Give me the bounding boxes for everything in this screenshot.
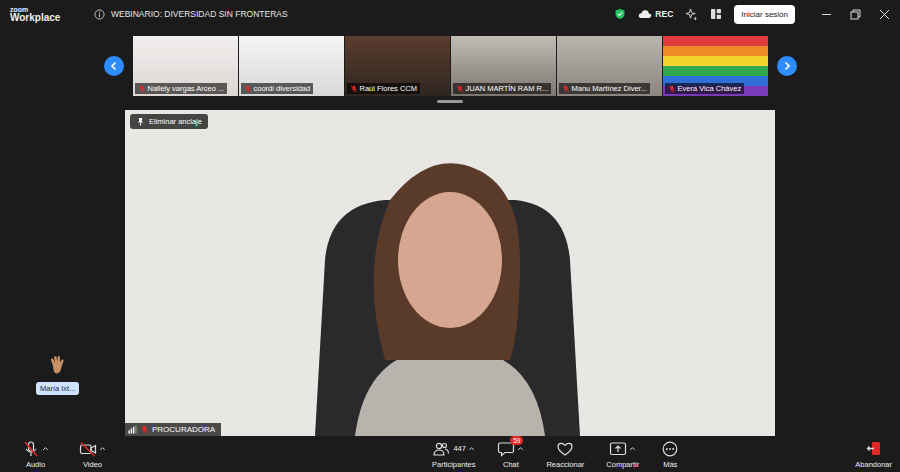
pin-icon (136, 117, 145, 126)
muted-mic-icon (350, 85, 358, 93)
sign-in-button[interactable]: Iniciar sesión (734, 5, 795, 24)
react-button[interactable]: Reaccionar (546, 440, 584, 469)
participant-name: Manu Martínez Diver... (559, 83, 650, 94)
meeting-toolbar: Audio Video 447 Participantes 59 Chat Re… (0, 436, 900, 472)
grid-icon[interactable] (710, 8, 722, 20)
zoom-window: zoom Workplace WEBINARIO: DIVERSIDAD SIN… (0, 0, 900, 472)
resize-handle[interactable] (437, 100, 463, 103)
leave-button[interactable]: Abandonar (855, 440, 892, 469)
participant-name: Nallely vargas Arceo ... (135, 83, 228, 94)
video-button[interactable]: Video (79, 440, 106, 469)
unread-badge: 59 (510, 436, 523, 445)
participants-button[interactable]: 447 Participantes (432, 440, 475, 469)
filmstrip: Nallely vargas Arceo ... coordi diversid… (104, 36, 797, 96)
more-icon (661, 441, 679, 457)
restore-icon[interactable] (850, 9, 861, 20)
cloud-icon (638, 9, 652, 19)
recording-indicator[interactable]: REC (638, 9, 673, 19)
meeting-title: WEBINARIO: DIVERSIDAD SIN FRONTERAS (111, 9, 288, 19)
muted-mic-icon (244, 85, 252, 93)
signal-icon (128, 425, 137, 434)
unpin-button[interactable]: Eliminar anclaje (130, 114, 208, 129)
caret-up-icon[interactable] (42, 445, 49, 452)
video-frame (125, 110, 775, 436)
participant-tile[interactable]: Manu Martínez Diver... (557, 36, 662, 96)
zoom-logo: zoom Workplace (10, 6, 80, 23)
people-icon (432, 441, 450, 457)
caret-up-icon[interactable] (468, 445, 475, 452)
more-button[interactable]: Más (661, 440, 679, 469)
participant-tile[interactable]: Raúl Flores CCM (345, 36, 450, 96)
caret-up-icon[interactable] (517, 445, 524, 452)
close-icon[interactable] (879, 9, 890, 20)
sparkle-icon[interactable] (685, 8, 698, 21)
participant-tile[interactable]: coordi diversidad (239, 36, 344, 96)
chevron-left-icon (109, 61, 119, 71)
next-page-button[interactable] (777, 56, 797, 76)
share-button[interactable]: Compartir (606, 440, 639, 469)
caret-up-icon[interactable] (629, 445, 636, 452)
muted-mic-icon (562, 85, 570, 93)
camera-icon (79, 440, 97, 458)
participant-name: María Ixt... (36, 382, 79, 395)
waving-hand-icon (47, 354, 69, 376)
meeting-stage: Nallely vargas Arceo ... coordi diversid… (0, 28, 900, 436)
participant-count: 447 (453, 444, 466, 453)
title-bar: zoom Workplace WEBINARIO: DIVERSIDAD SIN… (0, 0, 900, 28)
speaker-label: PROCURADORA (125, 423, 221, 436)
participant-name: JUAN MARTÍN RAM R... (453, 83, 552, 94)
chat-button[interactable]: 59 Chat (497, 440, 524, 469)
muted-mic-icon (668, 85, 676, 93)
audio-button[interactable]: Audio (22, 440, 49, 469)
minimize-icon[interactable] (821, 9, 832, 20)
floating-reaction-tile[interactable]: María Ixt... (36, 354, 79, 395)
chevron-right-icon (782, 61, 792, 71)
participant-name: coordi diversidad (241, 83, 314, 94)
heart-icon (556, 441, 574, 457)
shield-icon[interactable] (614, 8, 626, 20)
participant-tile[interactable]: JUAN MARTÍN RAM R... (451, 36, 556, 96)
previous-page-button[interactable] (104, 56, 124, 76)
participant-name: Raúl Flores CCM (347, 83, 421, 94)
caret-up-icon[interactable] (99, 445, 106, 452)
share-screen-icon (609, 441, 627, 457)
participant-tile[interactable]: Nallely vargas Arceo ... (133, 36, 238, 96)
microphone-icon (22, 440, 40, 458)
muted-mic-icon (138, 85, 146, 93)
leave-icon (865, 440, 883, 458)
participant-tile[interactable]: Evera Vica Chávez (663, 36, 768, 96)
participant-name: Evera Vica Chávez (665, 83, 745, 94)
muted-mic-icon (456, 85, 464, 93)
pinned-video: Eliminar anclaje PROCURADORA (125, 110, 775, 436)
muted-mic-icon (140, 425, 149, 434)
info-icon[interactable] (94, 9, 105, 20)
